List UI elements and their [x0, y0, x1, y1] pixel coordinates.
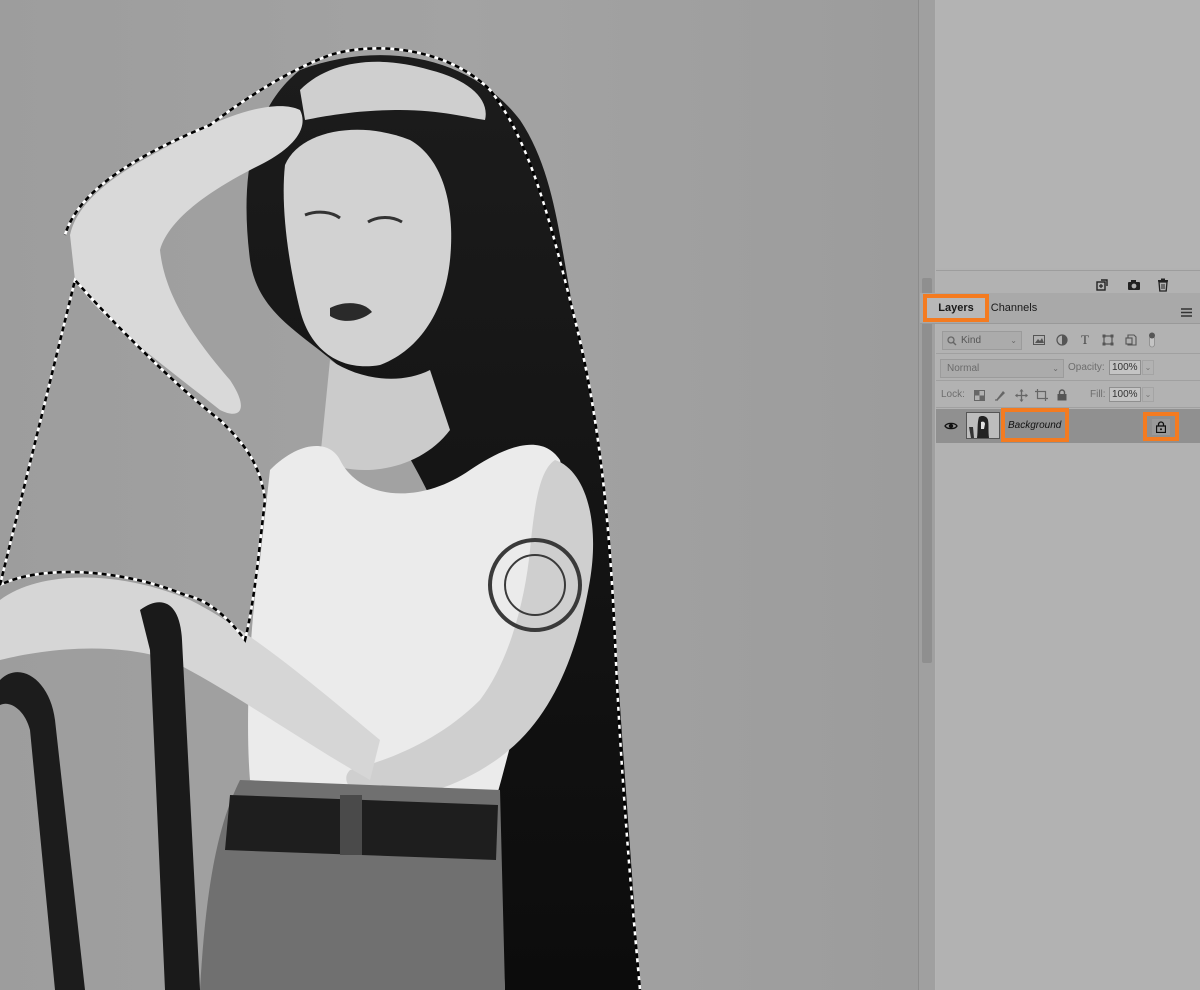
opacity-field[interactable]: 100% [1109, 360, 1141, 375]
upper-panel-area [936, 0, 1200, 268]
smart-object-filter-icon[interactable] [1124, 333, 1138, 347]
document-canvas[interactable] [0, 0, 918, 990]
fill-field[interactable]: 100% [1109, 387, 1141, 402]
camera-icon[interactable] [1126, 277, 1142, 293]
filter-toggle-icon[interactable] [1145, 332, 1159, 348]
panel-divider[interactable] [918, 0, 936, 990]
eye-visibility-icon[interactable] [944, 420, 958, 432]
panel-menu-icon[interactable] [1181, 304, 1192, 322]
fill-chevron-icon[interactable]: ⌄ [1142, 387, 1154, 402]
layer-thumbnail[interactable] [966, 412, 1000, 439]
lock-transparent-pixels-icon[interactable] [972, 388, 986, 402]
type-filter-icon[interactable]: T [1078, 332, 1092, 347]
kind-filter-label: Kind [961, 335, 982, 346]
adjustment-filter-icon[interactable] [1055, 333, 1069, 347]
layer-row-background[interactable]: Background [936, 408, 1200, 443]
shape-filter-icon[interactable] [1101, 333, 1115, 347]
lock-fill-row: Lock: Fill: 100% ⌄ [936, 381, 1200, 408]
lock-image-pixels-icon[interactable] [993, 388, 1007, 402]
panel-scrollbar[interactable] [922, 278, 932, 663]
lock-icon [1156, 420, 1166, 433]
image-filter-icon[interactable] [1032, 333, 1046, 347]
layers-panel: Layers Channels Kind ⌄ T Normal ⌄ Opacit… [920, 0, 1200, 990]
chevron-down-icon: ⌄ [1010, 336, 1017, 345]
blend-mode-select[interactable]: Normal ⌄ [940, 359, 1064, 378]
opacity-label: Opacity: [1068, 362, 1105, 373]
trash-icon[interactable] [1155, 277, 1171, 293]
panel-tabs: Layers Channels [920, 293, 1200, 324]
lock-all-icon[interactable] [1055, 388, 1069, 402]
lock-label: Lock: [941, 389, 965, 400]
tab-layers[interactable]: Layers [923, 294, 989, 322]
canvas-photo [0, 0, 918, 990]
chevron-down-icon: ⌄ [1052, 364, 1059, 373]
kind-filter-select[interactable]: Kind ⌄ [942, 331, 1022, 350]
blend-mode-value: Normal [947, 363, 980, 374]
layer-lock-button[interactable] [1143, 412, 1179, 441]
lock-artboard-icon[interactable] [1034, 388, 1048, 402]
new-snapshot-icon[interactable] [1094, 277, 1110, 293]
search-icon [947, 335, 957, 345]
opacity-chevron-icon[interactable]: ⌄ [1142, 360, 1154, 375]
lock-position-icon[interactable] [1014, 388, 1028, 402]
blend-opacity-row: Normal ⌄ Opacity: 100% ⌄ [936, 354, 1200, 381]
fill-label: Fill: [1090, 389, 1106, 400]
layer-filter-row: Kind ⌄ T [936, 326, 1200, 354]
layer-name[interactable]: Background [1001, 408, 1069, 442]
tab-channels[interactable]: Channels [988, 297, 1040, 319]
